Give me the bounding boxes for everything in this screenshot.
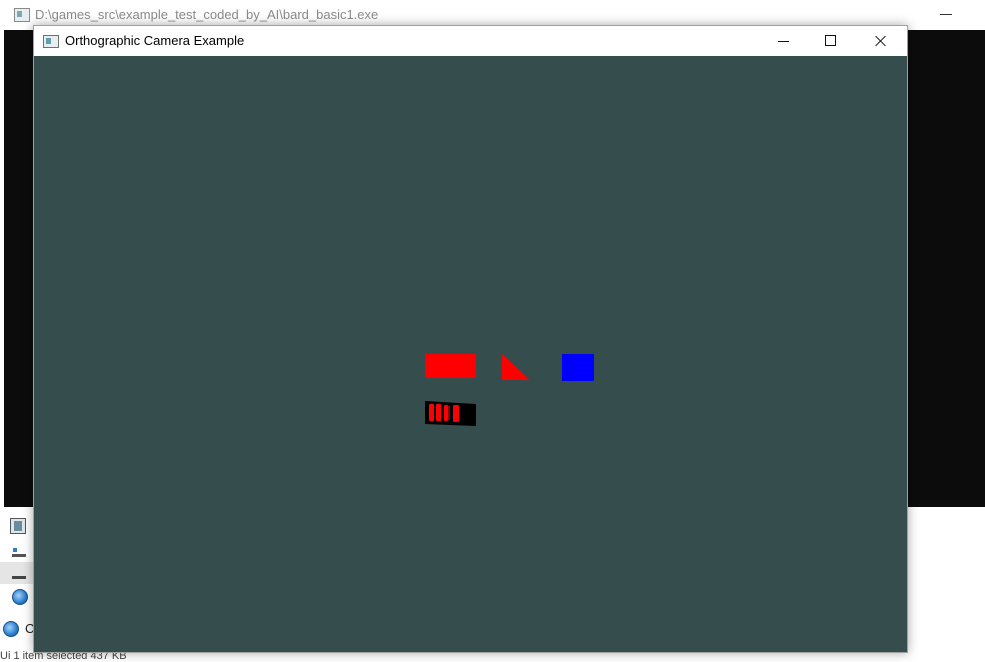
console-app-icon [14, 8, 30, 22]
selected-drive-row[interactable] [0, 562, 33, 584]
game-canvas[interactable] [34, 56, 907, 652]
close-button[interactable] [857, 26, 903, 56]
blue-square [562, 354, 594, 381]
window-app-icon [43, 35, 59, 48]
maximize-button[interactable] [807, 26, 853, 56]
globe-icon[interactable] [12, 589, 28, 605]
background-window-title: D:\games_src\example_test_coded_by_AI\ba… [35, 7, 379, 22]
red-rectangle [425, 354, 476, 378]
network-server-icon[interactable] [10, 545, 28, 561]
globe-icon[interactable] [3, 621, 19, 637]
video-folder-icon[interactable] [10, 518, 26, 534]
minimize-icon[interactable] [940, 14, 952, 15]
game-window-title: Orthographic Camera Example [65, 33, 245, 48]
textured-quad [425, 401, 476, 426]
drive-icon[interactable] [12, 576, 26, 579]
game-window[interactable]: Orthographic Camera Example [33, 25, 908, 653]
game-title-bar[interactable]: Orthographic Camera Example [34, 26, 907, 56]
minimize-button[interactable] [761, 26, 807, 56]
